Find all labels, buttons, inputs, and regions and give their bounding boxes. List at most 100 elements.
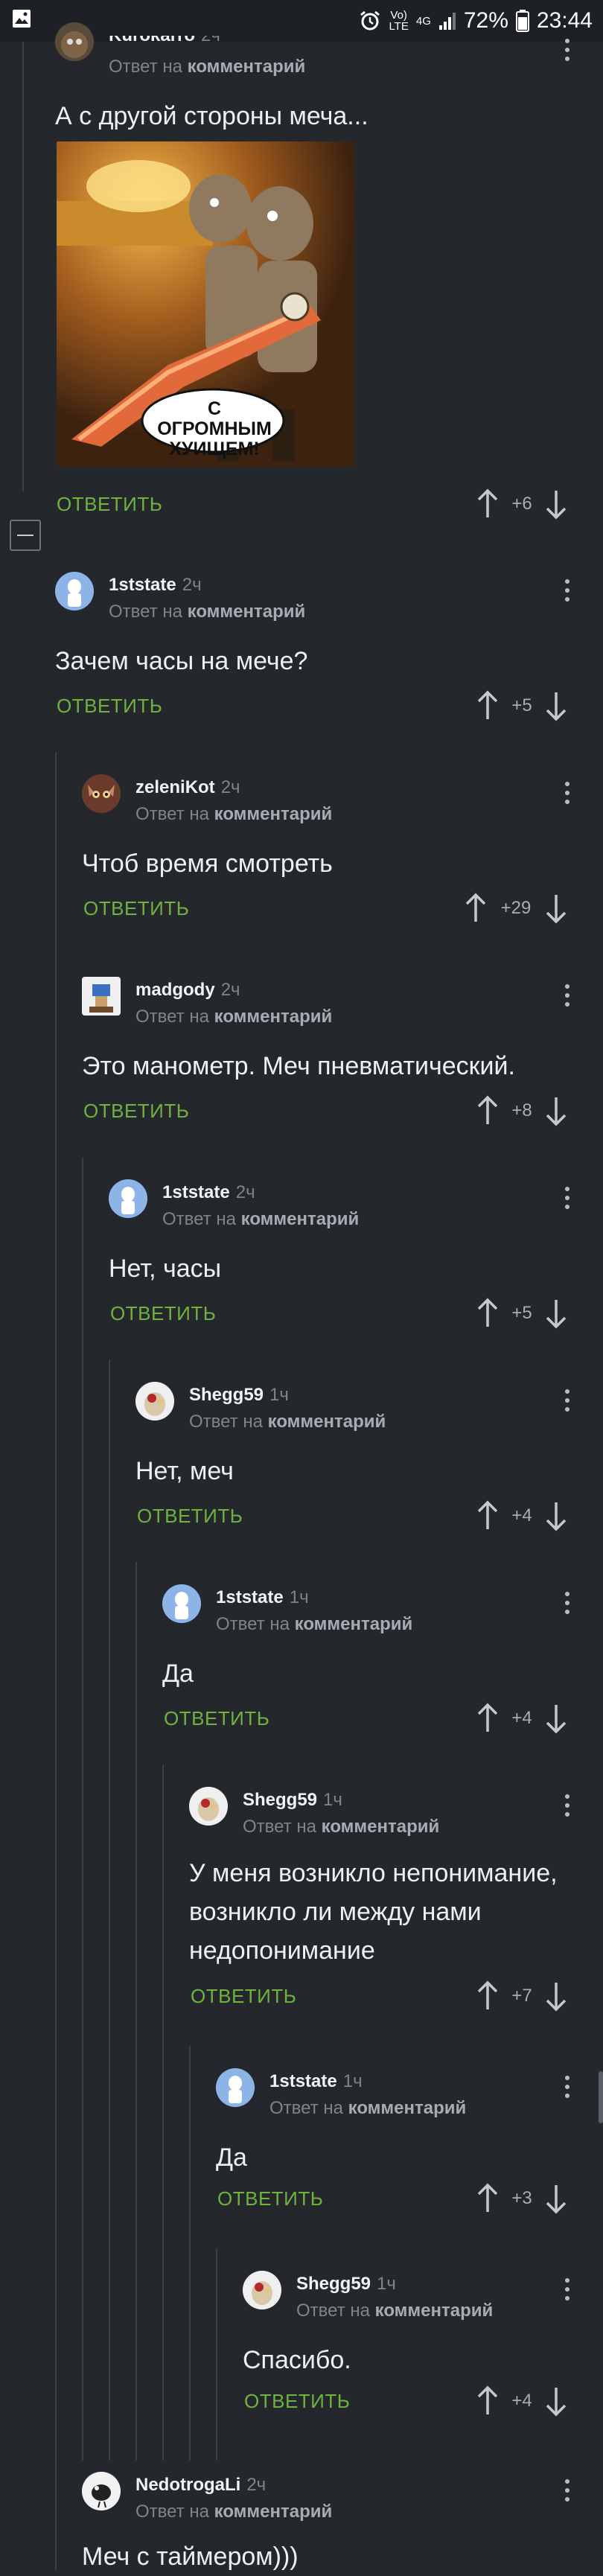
upvote-arrow-icon[interactable] [474,1980,501,2012]
comment-menu-icon[interactable] [564,1187,571,1217]
reply-button[interactable]: ОТВЕТИТЬ [57,493,162,516]
comment-score: +6 [511,494,532,514]
thread-line-1 [22,42,24,491]
reply-to-line: Ответ на комментарий [216,1614,413,1634]
comment-score: +5 [511,1303,532,1323]
reply-button[interactable]: ОТВЕТИТЬ [137,1505,243,1528]
avatar [243,2271,281,2309]
comment-menu-icon[interactable] [564,984,571,1014]
reply-button[interactable]: ОТВЕТИТЬ [164,1707,269,1730]
reply-to-line: Ответ на комментарий [269,2098,467,2118]
thread-line-4 [109,1359,110,2461]
comment-menu-icon[interactable] [564,579,571,609]
reply-button[interactable]: ОТВЕТИТЬ [244,2390,350,2413]
downvote-arrow-icon[interactable] [543,1297,570,1330]
comment-time: 1ч [323,1790,342,1810]
comment-username[interactable]: Shegg59 1ч [189,1385,289,1406]
reply-to-line: Ответ на комментарий [109,602,306,622]
downvote-arrow-icon[interactable] [543,2385,570,2417]
downvote-arrow-icon[interactable] [543,892,570,925]
comment-username[interactable]: NedotrogaLi 2ч [135,2475,266,2496]
comment-text: А с другой стороны меча... [55,102,368,130]
collapse-thread-button[interactable] [10,520,41,551]
meme-caption: С ОГРОМНЫМ ХУИЩЕМ! [157,398,272,459]
reply-button[interactable]: ОТВЕТИТЬ [110,1302,216,1325]
alarm-icon [360,10,380,31]
upvote-arrow-icon[interactable] [474,689,501,722]
comment-text: У меня возникло непонимание, возникло ли… [189,1859,558,1965]
upvote-arrow-icon[interactable] [474,1499,501,1532]
downvote-arrow-icon[interactable] [543,1499,570,1532]
reply-to-line: Ответ на комментарий [109,57,306,77]
reply-button[interactable]: ОТВЕТИТЬ [191,1985,296,2008]
downvote-arrow-icon[interactable] [543,1094,570,1127]
volte-indicator: Vo) LTE [389,9,409,33]
comment-username[interactable]: 1ststate 2ч [162,1182,255,1203]
reply-button[interactable]: ОТВЕТИТЬ [83,897,189,920]
avatar [135,1382,174,1421]
comment-text: Зачем часы на мече? [55,647,308,675]
reply-to-line: Ответ на комментарий [296,2301,494,2321]
comment-username[interactable]: madgody 2ч [135,980,240,1001]
thread-line-3 [82,1158,83,2461]
comment-menu-icon[interactable] [564,782,571,812]
comment-username[interactable]: 1ststate 2ч [109,575,202,596]
avatar [162,1584,201,1623]
upvote-arrow-icon[interactable] [474,2385,501,2417]
comment-text: Нет, меч [135,1457,234,1485]
comment-time: 1ч [377,2274,396,2294]
comment-username[interactable]: Shegg59 1ч [243,1790,342,1811]
reply-to-line: Ответ на комментарий [135,804,333,824]
avatar [55,22,94,61]
upvote-arrow-icon[interactable] [474,1094,501,1127]
reply-to-line: Ответ на комментарий [162,1209,360,1229]
avatar [82,2472,121,2510]
avatar [189,1787,228,1826]
comment-time: 1ч [269,1385,289,1405]
scrollbar-thumb[interactable] [599,2071,603,2123]
comment-score: +29 [500,898,532,918]
comment-image[interactable]: С ОГРОМНЫМ ХУИЩЕМ! [57,141,354,467]
upvote-arrow-icon[interactable] [474,2182,501,2215]
signal-strength-icon [438,13,456,30]
comment-score: +4 [511,1505,532,1525]
downvote-arrow-icon[interactable] [543,2182,570,2215]
vote-controls: +3 [474,2182,570,2215]
comment-menu-icon[interactable] [564,1794,571,1824]
reply-button[interactable]: ОТВЕТИТЬ [57,695,162,718]
downvote-arrow-icon[interactable] [543,1980,570,2012]
comment-text: Чтоб время смотреть [82,849,333,878]
comment-menu-icon[interactable] [564,2479,571,2509]
upvote-arrow-icon[interactable] [462,892,489,925]
comment-username[interactable]: zeleniKot 2ч [135,777,240,798]
clock: 23:44 [536,8,593,33]
reply-button[interactable]: ОТВЕТИТЬ [83,1100,189,1123]
comment-text: Да [216,2143,247,2172]
thread-line-2 [55,752,57,2571]
comment-username[interactable]: Shegg59 1ч [296,2274,396,2295]
reply-to-line: Ответ на комментарий [135,1007,333,1027]
network-type: 4G [415,14,431,28]
thread-line-8 [216,2248,217,2461]
upvote-arrow-icon[interactable] [474,488,501,520]
vote-controls: +29 [462,892,570,925]
upvote-arrow-icon[interactable] [474,1702,501,1735]
upvote-arrow-icon[interactable] [474,1297,501,1330]
avatar [216,2068,255,2107]
avatar [109,1179,147,1218]
comment-menu-icon[interactable] [564,2076,571,2105]
downvote-arrow-icon[interactable] [543,1702,570,1735]
comment-menu-icon[interactable] [564,2278,571,2308]
reply-button[interactable]: ОТВЕТИТЬ [217,2187,323,2210]
comment-username[interactable]: 1ststate 1ч [216,1587,309,1608]
avatar [55,572,94,610]
comment-menu-icon[interactable] [564,39,571,68]
vote-controls: +4 [474,1702,570,1735]
gallery-notification-icon [13,10,31,28]
comment-menu-icon[interactable] [564,1389,571,1419]
downvote-arrow-icon[interactable] [543,488,570,520]
comment-username[interactable]: 1ststate 1ч [269,2071,363,2092]
comment-text: Нет, часы [109,1254,222,1283]
comment-menu-icon[interactable] [564,1592,571,1622]
downvote-arrow-icon[interactable] [543,689,570,722]
